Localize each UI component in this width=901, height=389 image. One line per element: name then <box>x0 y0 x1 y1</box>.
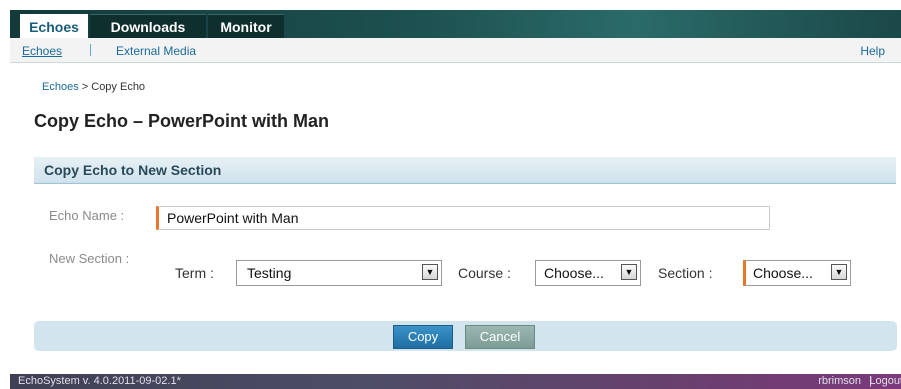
subnav-divider <box>90 44 91 56</box>
cancel-button[interactable]: Cancel <box>465 325 535 349</box>
breadcrumb-current: > Copy Echo <box>81 81 146 93</box>
new-section-label: New Section : <box>49 251 130 266</box>
term-select-value: Testing <box>247 265 292 281</box>
section-label: Section : <box>658 265 713 281</box>
term-select[interactable]: Testing ▼ <box>236 260 442 286</box>
panel-header: Copy Echo to New Section <box>34 157 896 184</box>
logout-link[interactable]: Logout <box>869 374 901 389</box>
tab-monitor[interactable]: Monitor <box>208 14 284 39</box>
copy-button[interactable]: Copy <box>393 325 453 349</box>
tab-downloads[interactable]: Downloads <box>90 14 206 39</box>
username-link[interactable]: rbrimson <box>818 374 861 389</box>
chevron-down-icon[interactable]: ▼ <box>621 264 637 280</box>
app-frame: Echoes Downloads Monitor Echoes External… <box>10 0 901 389</box>
sub-navigation: Echoes External Media Help <box>10 38 901 63</box>
tab-echoes[interactable]: Echoes <box>20 14 88 39</box>
chevron-down-icon[interactable]: ▼ <box>831 264 847 280</box>
breadcrumb: Echoes > Copy Echo <box>42 81 145 93</box>
echo-name-input[interactable]: PowerPoint with Man <box>156 206 770 230</box>
footer-bar: EchoSystem v. 4.0.2011-09-02.1* rbrimson… <box>10 374 901 389</box>
subnav-echoes-link[interactable]: Echoes <box>22 44 62 58</box>
breadcrumb-echoes-link[interactable]: Echoes <box>42 81 79 93</box>
chevron-down-icon[interactable]: ▼ <box>422 264 438 280</box>
version-text: EchoSystem v. 4.0.2011-09-02.1* <box>18 375 181 387</box>
course-select-value: Choose... <box>544 265 604 281</box>
panel-title: Copy Echo to New Section <box>44 162 222 178</box>
section-select[interactable]: Choose... ▼ <box>743 260 851 286</box>
help-link[interactable]: Help <box>860 44 885 58</box>
section-select-value: Choose... <box>753 265 813 281</box>
echo-name-label: Echo Name : <box>49 208 125 223</box>
term-label: Term : <box>175 265 214 281</box>
subnav-external-media-link[interactable]: External Media <box>116 44 196 58</box>
course-label: Course : <box>458 265 511 281</box>
button-bar: Copy Cancel <box>34 321 897 351</box>
page-title: Copy Echo – PowerPoint with Man <box>34 111 330 131</box>
main-tab-bar: Echoes Downloads Monitor <box>10 10 901 39</box>
course-select[interactable]: Choose... ▼ <box>535 260 641 286</box>
